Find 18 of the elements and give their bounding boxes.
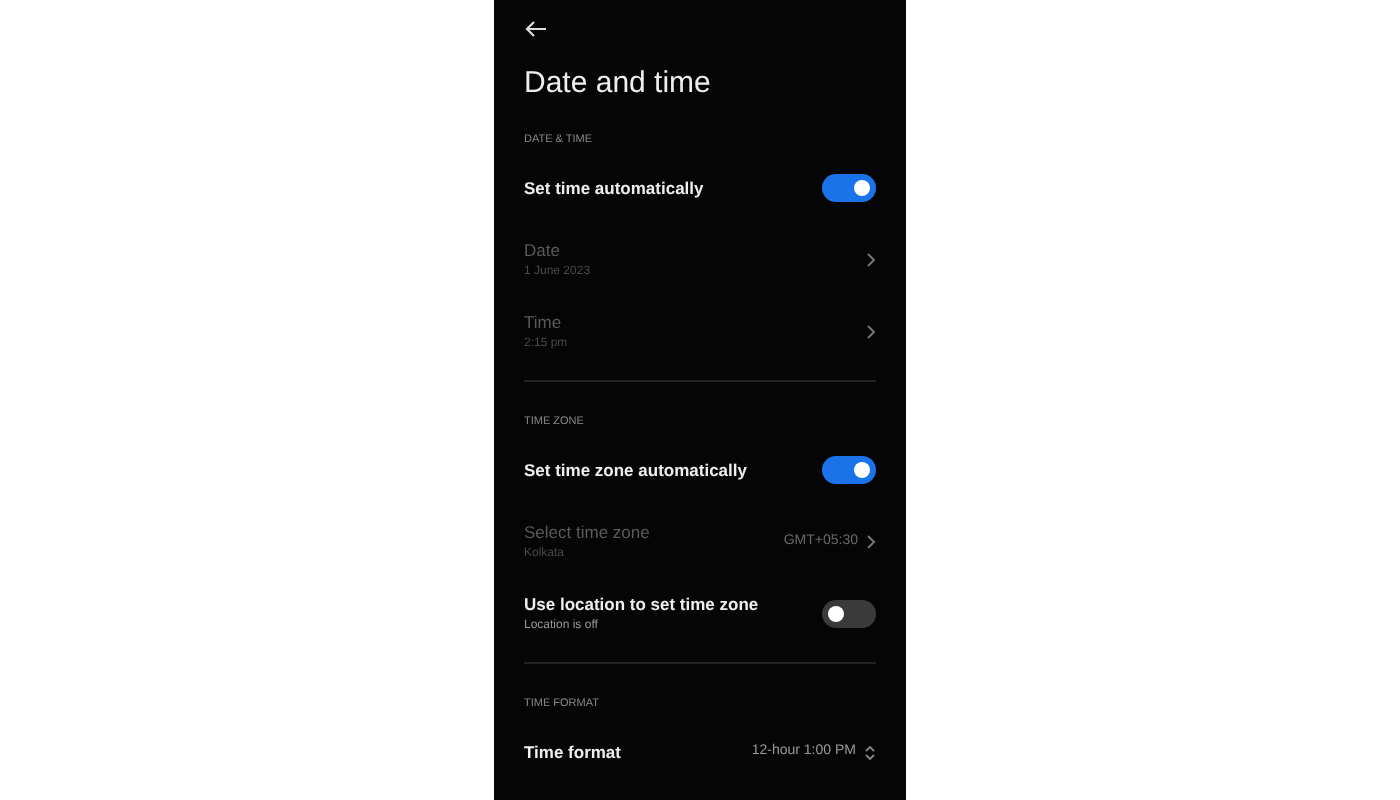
chevron-right-icon — [866, 324, 876, 340]
toggle-switch[interactable] — [822, 456, 876, 484]
setting-title: Use location to set time zone — [524, 592, 759, 618]
chevron-right-icon — [866, 252, 876, 268]
setting-row[interactable]: Set time automatically — [494, 152, 906, 224]
setting-title: Time format — [524, 739, 621, 765]
back-icon[interactable] — [524, 19, 548, 37]
toggle-switch[interactable] — [822, 174, 876, 202]
setting-row[interactable]: Set time zone automatically — [494, 434, 906, 506]
page-title: Date and time — [522, 63, 713, 104]
setting-title: Set time zone automatically — [524, 457, 747, 483]
chevron-right-icon — [866, 534, 876, 550]
setting-title: Time — [524, 310, 564, 336]
toggle-switch[interactable] — [822, 600, 876, 628]
up-down-chevron-icon — [864, 743, 876, 761]
setting-title: Select time zone — [524, 520, 650, 546]
setting-title: Set time automatically — [524, 175, 704, 201]
setting-title: Date — [524, 238, 562, 264]
